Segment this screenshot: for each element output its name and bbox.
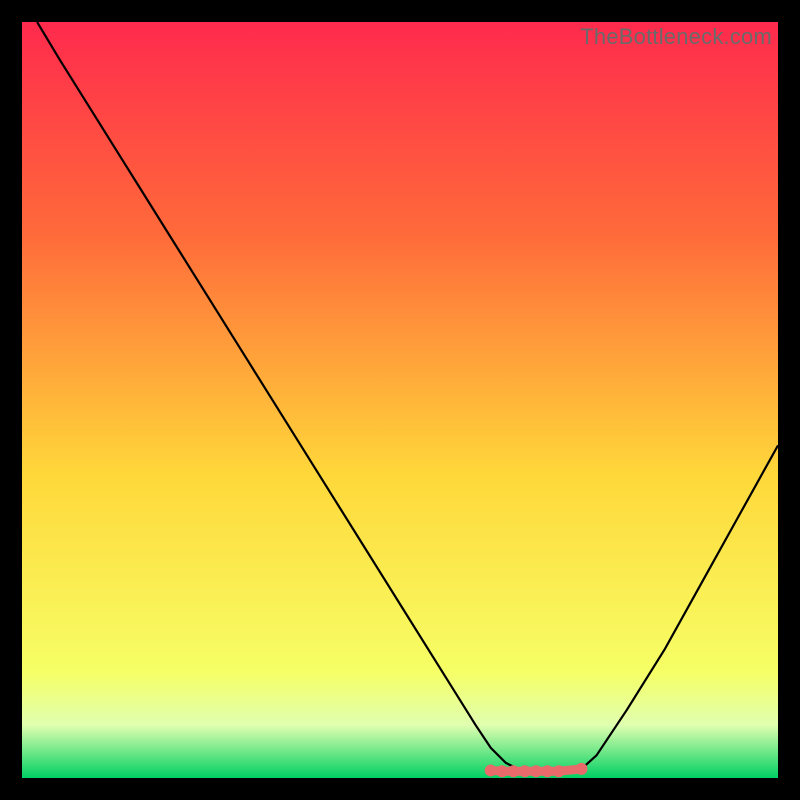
flat-region-markers [485, 763, 588, 777]
marker-dot [496, 765, 508, 777]
marker-dot [541, 765, 553, 777]
chart-plot [22, 22, 778, 778]
marker-dot [507, 765, 519, 777]
watermark-text: TheBottleneck.com [580, 24, 772, 50]
marker-dot [553, 765, 565, 777]
marker-dot [530, 765, 542, 777]
marker-dot [485, 764, 497, 776]
bottleneck-curve [37, 22, 778, 772]
chart-frame: TheBottleneck.com [22, 22, 778, 778]
marker-dot [575, 763, 587, 775]
marker-dot [519, 765, 531, 777]
